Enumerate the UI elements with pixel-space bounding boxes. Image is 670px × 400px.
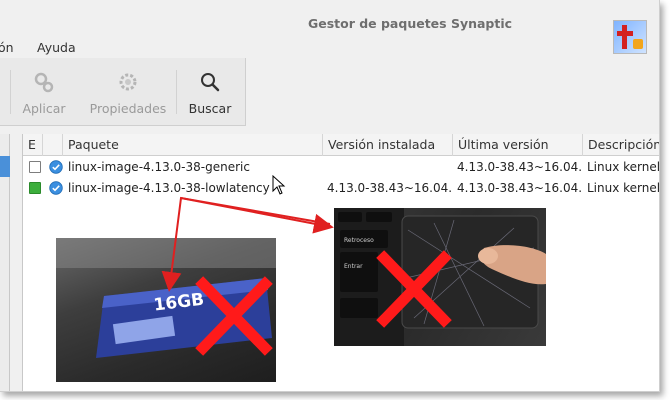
properties-label: Propiedades xyxy=(89,101,167,116)
toolbar: Aplicar Propiedades Buscar xyxy=(0,58,246,126)
table-row[interactable]: linux-image-4.13.0-38-lowlatency 4.13.0-… xyxy=(23,178,660,199)
menu-item-actions[interactable]: ón xyxy=(0,40,14,55)
column-support[interactable] xyxy=(43,134,63,156)
red-cross-icon xyxy=(195,276,273,356)
status-checkbox[interactable] xyxy=(29,182,41,194)
gear-icon xyxy=(119,73,137,91)
selected-section[interactable] xyxy=(0,156,10,177)
apply-button[interactable]: Aplicar xyxy=(12,58,76,126)
window-title: Gestor de paquetes Synaptic xyxy=(307,16,513,31)
column-installed-version[interactable]: Versión instalada xyxy=(323,134,453,156)
search-icon xyxy=(201,73,220,92)
red-cross-icon xyxy=(376,250,452,328)
column-package[interactable]: Paquete xyxy=(63,134,323,156)
supported-icon xyxy=(49,181,63,195)
properties-button[interactable]: Propiedades xyxy=(82,58,174,126)
installed-version xyxy=(327,157,452,178)
mouse-cursor-icon xyxy=(272,175,286,195)
search-label: Buscar xyxy=(188,101,232,116)
latest-version: 4.13.0-38.43~16.04.1 xyxy=(457,181,582,195)
key-backspace-label: Retroceso xyxy=(344,237,374,244)
package-description: Linux kernel xyxy=(587,181,660,195)
toolbar-separator xyxy=(10,70,11,114)
sections-pane[interactable] xyxy=(0,134,10,391)
synaptic-window: Gestor de paquetes Synaptic ón Ayuda Apl… xyxy=(0,0,660,392)
search-button[interactable]: Buscar xyxy=(178,58,242,126)
installed-version: 4.13.0-38.43~16.04.1 xyxy=(327,181,452,195)
package-description: Linux kernel xyxy=(587,160,660,174)
apply-label: Aplicar xyxy=(22,101,66,116)
toolbar-separator xyxy=(176,70,177,114)
key-enter-label: Entrar xyxy=(344,263,363,270)
supported-icon xyxy=(49,160,63,174)
column-status[interactable]: E xyxy=(23,134,43,156)
table-row[interactable]: linux-image-4.13.0-38-generic 4.13.0-38.… xyxy=(23,157,660,178)
column-description[interactable]: Descripción xyxy=(583,134,659,156)
table-header: E Paquete Versión instalada Última versi… xyxy=(23,134,659,156)
status-checkbox[interactable] xyxy=(29,161,41,173)
menu-bar: ón Ayuda xyxy=(0,36,659,58)
latest-version: 4.13.0-38.43~16.04.1 xyxy=(457,160,582,174)
title-bar: Gestor de paquetes Synaptic xyxy=(0,0,659,54)
apply-gears-icon xyxy=(34,72,54,93)
column-latest-version[interactable]: Última versión xyxy=(453,134,583,156)
menu-item-help[interactable]: Ayuda xyxy=(37,40,76,55)
